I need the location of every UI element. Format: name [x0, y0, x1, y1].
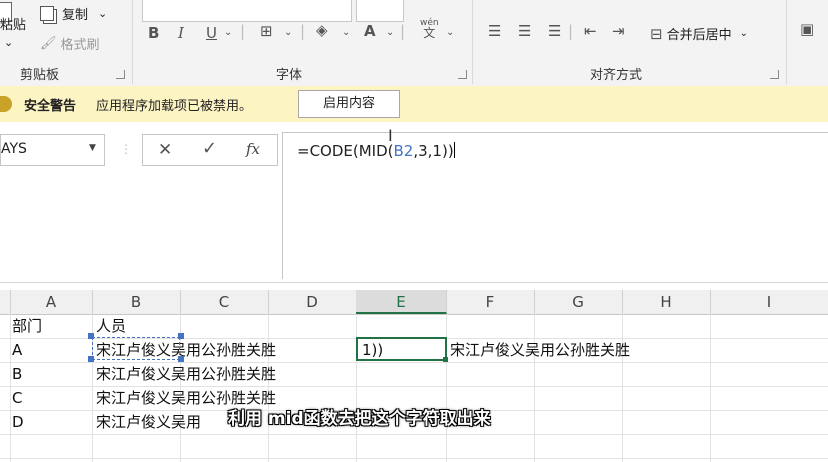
- formula-input[interactable]: =CODE(MID(B2,3,1)): [282, 132, 828, 279]
- mouse-cursor-icon: Ⅰ: [388, 126, 393, 145]
- column-header-i[interactable]: I: [710, 290, 828, 314]
- security-warning-message: 应用程序加载项已被禁用。: [96, 99, 253, 114]
- gridline: [710, 314, 711, 462]
- column-header-f[interactable]: F: [446, 290, 535, 314]
- insert-function-button[interactable]: fx: [246, 140, 260, 158]
- merge-dropdown-icon[interactable]: ⌄: [740, 28, 748, 39]
- fill-handle[interactable]: [443, 357, 448, 362]
- phonetic-guide-button[interactable]: wén 文: [420, 18, 439, 39]
- font-color-icon[interactable]: A: [364, 22, 376, 40]
- security-warning-bar: 安全警告 应用程序加载项已被禁用。 启用内容: [0, 86, 828, 123]
- cell-b1[interactable]: 人员: [96, 314, 126, 338]
- align-left-icon[interactable]: ☰: [488, 22, 501, 40]
- alignment-group-label: 对齐方式: [590, 68, 643, 83]
- separator: [472, 0, 473, 84]
- align-right-icon[interactable]: ☰: [548, 22, 561, 40]
- separator: |: [400, 22, 406, 40]
- cell-a4[interactable]: C: [12, 386, 22, 410]
- fill-color-dropdown-icon[interactable]: ⌄: [342, 27, 350, 38]
- align-center-icon[interactable]: ☰: [518, 22, 531, 40]
- separator: [786, 0, 787, 84]
- font-color-dropdown-icon[interactable]: ⌄: [386, 27, 394, 38]
- column-header-g[interactable]: G: [534, 290, 623, 314]
- increase-indent-icon[interactable]: ⇥: [612, 22, 625, 40]
- cell-a3[interactable]: B: [12, 362, 22, 386]
- cell-a1[interactable]: 部门: [12, 314, 42, 338]
- format-painter-button[interactable]: 🖌 格式刷: [40, 34, 100, 53]
- confirm-button[interactable]: ✓: [202, 138, 217, 159]
- resize-handle[interactable]: [88, 356, 94, 362]
- cancel-button[interactable]: ✕: [158, 140, 172, 160]
- separator: [132, 0, 133, 84]
- font-size-combo[interactable]: [356, 0, 404, 22]
- copy-icon: [40, 6, 54, 21]
- paste-label[interactable]: 粘贴: [0, 14, 26, 33]
- wrap-text-icon[interactable]: ▣: [800, 20, 814, 38]
- cell-b3[interactable]: 宋江卢俊义吴用公孙胜关胜: [96, 362, 276, 386]
- gridline: [622, 314, 623, 462]
- cell-a2[interactable]: A: [12, 338, 22, 362]
- column-header-h[interactable]: H: [622, 290, 711, 314]
- gridline: [10, 314, 11, 462]
- name-box-dropdown-icon[interactable]: ▼: [89, 143, 96, 153]
- merge-center-button[interactable]: ⊟ 合并后居中 ⌄: [650, 24, 748, 44]
- cell-a5[interactable]: D: [12, 410, 24, 434]
- cell-b5[interactable]: 宋江卢俊义吴用: [96, 410, 201, 434]
- column-header-e[interactable]: E: [356, 290, 447, 314]
- font-name-combo[interactable]: [142, 0, 352, 22]
- formula-text: =CODE(MID(B2,3,1)): [297, 142, 455, 160]
- separator: |: [300, 22, 306, 40]
- formula-bar: AYS ▼ ⋮ ✕ ✓ fx =CODE(MID(B2,3,1)) Ⅰ: [0, 122, 828, 283]
- font-launcher-icon[interactable]: [458, 70, 467, 79]
- underline-button[interactable]: U: [206, 24, 217, 42]
- copy-dropdown-icon[interactable]: ⌄: [98, 7, 107, 20]
- resize-handle[interactable]: [88, 333, 94, 339]
- border-icon[interactable]: ⊞: [260, 22, 273, 40]
- paste-dropdown-icon[interactable]: ⌄: [4, 36, 13, 49]
- italic-button[interactable]: I: [178, 24, 184, 42]
- formula-reference: B2: [393, 142, 414, 160]
- copy-button[interactable]: 复制 ⌄: [40, 4, 107, 23]
- shield-icon: [0, 96, 12, 112]
- table-row: [0, 434, 828, 459]
- separator: |: [568, 22, 574, 40]
- reference-highlight: [92, 337, 180, 360]
- merge-center-icon: ⊟: [650, 24, 663, 43]
- underline-dropdown-icon[interactable]: ⌄: [224, 27, 232, 38]
- clipboard-group-label: 剪贴板: [20, 68, 60, 83]
- fill-color-icon[interactable]: ◈: [316, 21, 328, 39]
- bold-button[interactable]: B: [148, 24, 159, 42]
- border-dropdown-icon[interactable]: ⌄: [284, 27, 292, 38]
- phonetic-dropdown-icon[interactable]: ⌄: [446, 27, 454, 38]
- font-group-label: 字体: [276, 68, 303, 83]
- alignment-launcher-icon[interactable]: [770, 70, 779, 79]
- ribbon: 粘贴 ⌄ 复制 ⌄ 🖌 格式刷 剪贴板 B I U ⌄ | ⊞ ⌄ | ◈ ⌄ …: [0, 0, 828, 87]
- video-subtitle: 利用 mid函数去把这个字符取出来: [228, 409, 491, 429]
- security-warning-title: 安全警告: [24, 99, 77, 114]
- enable-content-button[interactable]: 启用内容: [298, 90, 400, 118]
- drag-handle-icon[interactable]: ⋮: [120, 142, 132, 156]
- format-painter-icon: 🖌: [40, 36, 57, 51]
- clipboard-launcher-icon[interactable]: [116, 70, 125, 79]
- column-header-b[interactable]: B: [92, 290, 181, 314]
- column-header-c[interactable]: C: [180, 290, 269, 314]
- separator: |: [240, 22, 246, 40]
- cell-f2[interactable]: 宋江卢俊义吴用公孙胜关胜: [450, 338, 630, 362]
- gridline: [534, 314, 535, 462]
- column-headers: A B C D E F G H I: [0, 290, 828, 315]
- text-cursor: [453, 142, 455, 158]
- name-box[interactable]: AYS ▼: [0, 134, 105, 166]
- decrease-indent-icon[interactable]: ⇤: [584, 22, 597, 40]
- cell-e2[interactable]: 1)): [362, 338, 383, 362]
- name-box-value: AYS: [1, 141, 27, 157]
- column-header-a[interactable]: A: [10, 290, 93, 314]
- column-header-d[interactable]: D: [268, 290, 357, 314]
- resize-handle[interactable]: [178, 333, 184, 339]
